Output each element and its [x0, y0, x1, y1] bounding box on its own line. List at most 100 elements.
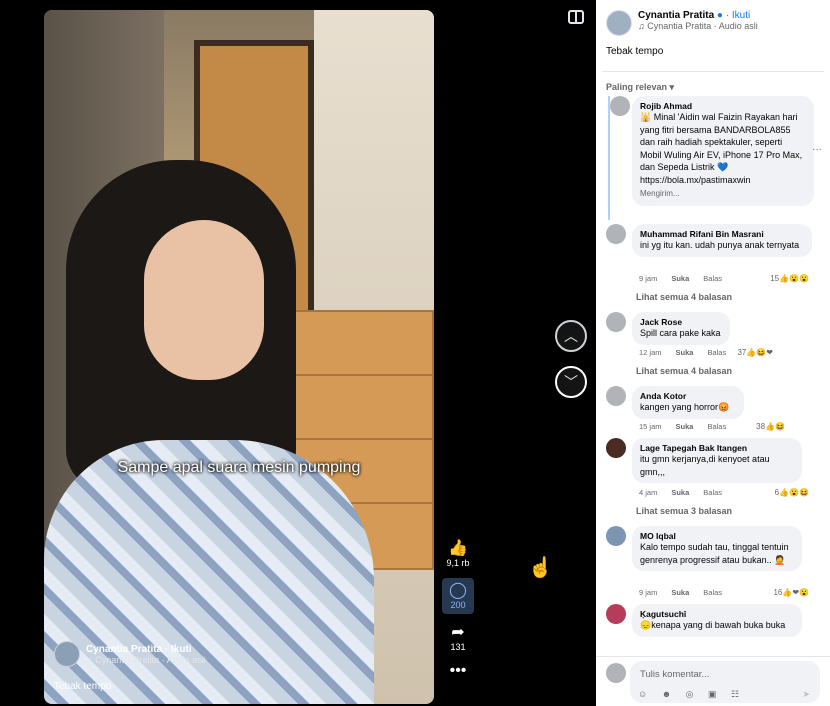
- comment-author[interactable]: MO Iqbal: [640, 531, 794, 541]
- comment-author[interactable]: Lage Tapegah Bak Itangen: [640, 443, 794, 453]
- share-count: 131: [450, 642, 466, 652]
- comment-bubble: Rojib Ahmad 🕌 Minal 'Aidin wal Faizin Ra…: [632, 96, 814, 206]
- comment-meta: 4 jam Suka Balas 6👍😮😆: [639, 488, 809, 497]
- hand-cursor-icon: ☝: [528, 557, 553, 579]
- video-player[interactable]: Sampe apal suara mesin pumping Cynantia …: [44, 10, 434, 704]
- comment-meta: 9 jam Suka Balas 16👍❤😮: [639, 588, 809, 597]
- comment-placeholder: Tulis komentar...: [640, 669, 710, 680]
- comment-bubble: Muhammad Rifani Bin Masrani ini yg itu k…: [632, 224, 812, 257]
- view-replies-link[interactable]: Lihat semua 4 balasan: [636, 366, 732, 376]
- send-icon[interactable]: ➤: [802, 689, 810, 700]
- like-link[interactable]: Suka: [676, 422, 694, 431]
- follow-link[interactable]: · Ikuti: [726, 10, 750, 21]
- person-face: [144, 220, 264, 380]
- avatar[interactable]: [606, 438, 626, 458]
- comment-author[interactable]: Rojib Ahmad: [640, 101, 806, 111]
- selection-rail: [608, 96, 610, 220]
- composer-tool-icons[interactable]: ☺ ☻ ◎ ▣ ☷: [638, 689, 745, 700]
- chevron-down-icon: ﹀: [564, 374, 578, 390]
- comment-composer: Tulis komentar... ☺ ☻ ◎ ▣ ☷ ➤: [596, 656, 830, 706]
- like-link[interactable]: Suka: [676, 348, 694, 357]
- comment-meta: 9 jam Suka Balas 15👍😮😮: [639, 274, 809, 283]
- reply-link[interactable]: Balas: [703, 588, 722, 597]
- thumbs-up-icon: 👍: [448, 540, 468, 557]
- reaction-summary[interactable]: 37👍😆❤: [737, 348, 773, 357]
- like-link[interactable]: Suka: [671, 274, 689, 283]
- more-button[interactable]: •••: [442, 662, 474, 680]
- audio-label[interactable]: ♫ Cynantia Pratita · Audio asli: [86, 655, 206, 665]
- comment-bubble: MO Iqbal Kalo tempo sudah tau, tinggal t…: [632, 526, 802, 571]
- video-actions: 👍 9,1 rb ◯ 200 ➦ 131 •••: [442, 540, 474, 690]
- reply-link[interactable]: Balas: [703, 488, 722, 497]
- comment-bubble: Jack Rose Spill cara pake kaka: [632, 312, 730, 345]
- more-icon: •••: [449, 662, 467, 679]
- comment-bubble: Anda Kotor kangen yang horror😡: [632, 386, 744, 419]
- next-video-button[interactable]: ﹀: [555, 366, 587, 398]
- avatar[interactable]: [606, 312, 626, 332]
- reply-link[interactable]: Balas: [703, 274, 722, 283]
- comment-meta: 12 jam Suka Balas 37👍😆❤: [639, 348, 809, 357]
- reply-link[interactable]: Balas: [707, 348, 726, 357]
- comment-input[interactable]: Tulis komentar... ☺ ☻ ◎ ▣ ☷ ➤: [630, 661, 820, 703]
- panel-header: Cynantia Pratita ● · Ikuti ♫ Cynantia Pr…: [596, 0, 830, 36]
- comment-time[interactable]: 12 jam: [639, 348, 662, 357]
- avatar[interactable]: [606, 386, 626, 406]
- view-replies-link[interactable]: Lihat semua 3 balasan: [636, 506, 732, 516]
- reaction-summary[interactable]: 6👍😮😆: [775, 488, 809, 497]
- share-icon: ➦: [451, 624, 465, 641]
- video-post-caption: Tebak tempo: [54, 681, 112, 692]
- author-name[interactable]: Cynantia Pratita: [86, 644, 162, 655]
- reaction-summary[interactable]: 16👍❤😮: [773, 588, 809, 597]
- audio-label[interactable]: ♫ Cynantia Pratita · Audio asli: [638, 21, 758, 31]
- reaction-summary[interactable]: 38👍😆: [756, 422, 785, 431]
- comment-author[interactable]: Jack Rose: [640, 317, 722, 327]
- author-avatar[interactable]: [54, 641, 80, 667]
- like-button[interactable]: 👍 9,1 rb: [442, 540, 474, 568]
- comment-text: 🕌 Minal 'Aidin wal Faizin Rayakan hari y…: [640, 112, 803, 185]
- previous-video-button[interactable]: ︿: [555, 320, 587, 352]
- comment-button[interactable]: ◯ 200: [442, 578, 474, 614]
- comment-author[interactable]: Anda Kotor: [640, 391, 736, 401]
- view-replies-link[interactable]: Lihat semua 4 balasan: [636, 292, 732, 302]
- collapse-panel-icon[interactable]: [568, 10, 584, 24]
- author-avatar[interactable]: [606, 10, 632, 36]
- like-link[interactable]: Suka: [671, 588, 689, 597]
- video-caption-overlay: Sampe apal suara mesin pumping: [117, 459, 361, 476]
- comment-time[interactable]: 9 jam: [639, 274, 657, 283]
- comment-icon: ◯: [449, 582, 467, 599]
- video-stage: Sampe apal suara mesin pumping Cynantia …: [0, 0, 596, 706]
- comment-text: itu gmn kerjanya,di kenyoet atau gmn,,,: [640, 454, 770, 477]
- verified-icon: ●: [716, 10, 723, 21]
- comment-time[interactable]: 4 jam: [639, 488, 657, 497]
- comment-time[interactable]: 9 jam: [639, 588, 657, 597]
- comment-text: kangen yang horror😡: [640, 402, 730, 412]
- comment-time[interactable]: 15 jam: [639, 422, 662, 431]
- comment-bubble: Lage Tapegah Bak Itangen itu gmn kerjany…: [632, 438, 802, 483]
- comment-text: 😞kenapa yang di bawah buka buka: [640, 620, 786, 630]
- user-avatar: [606, 663, 626, 683]
- sort-dropdown[interactable]: Paling relevan ▾: [596, 72, 830, 93]
- chevron-up-icon: ︿: [564, 328, 578, 344]
- reply-link[interactable]: Balas: [707, 422, 726, 431]
- avatar[interactable]: [610, 96, 630, 116]
- like-link[interactable]: Suka: [671, 488, 689, 497]
- reaction-summary[interactable]: 15👍😮😮: [770, 274, 809, 283]
- comment-text: ini yg itu kan. udah punya anak ternyata: [640, 240, 800, 250]
- follow-link[interactable]: · Ikuti: [165, 644, 192, 655]
- post-caption: Tebak tempo: [606, 46, 664, 57]
- author-name[interactable]: Cynantia Pratita: [638, 10, 714, 21]
- comment-author[interactable]: Muhammad Rifani Bin Masrani: [640, 229, 804, 239]
- share-button[interactable]: ➦ 131: [442, 624, 474, 652]
- comment-count: 200: [450, 600, 466, 610]
- more-options-icon[interactable]: ···: [812, 144, 822, 155]
- comment-text: Spill cara pake kaka: [640, 328, 721, 338]
- comment-author[interactable]: Ķagutsuchî: [640, 609, 794, 619]
- avatar[interactable]: [606, 526, 626, 546]
- comment-meta: 15 jam Suka Balas 38👍😆: [639, 422, 809, 431]
- avatar[interactable]: [606, 604, 626, 624]
- avatar[interactable]: [606, 224, 626, 244]
- comments-panel: Cynantia Pratita ● · Ikuti ♫ Cynantia Pr…: [596, 0, 830, 706]
- comment-status: Mengirim...: [640, 189, 680, 198]
- video-footer: Cynantia Pratita · Ikuti ♫ Cynantia Prat…: [54, 641, 206, 692]
- comment-bubble: Ķagutsuchî 😞kenapa yang di bawah buka bu…: [632, 604, 802, 637]
